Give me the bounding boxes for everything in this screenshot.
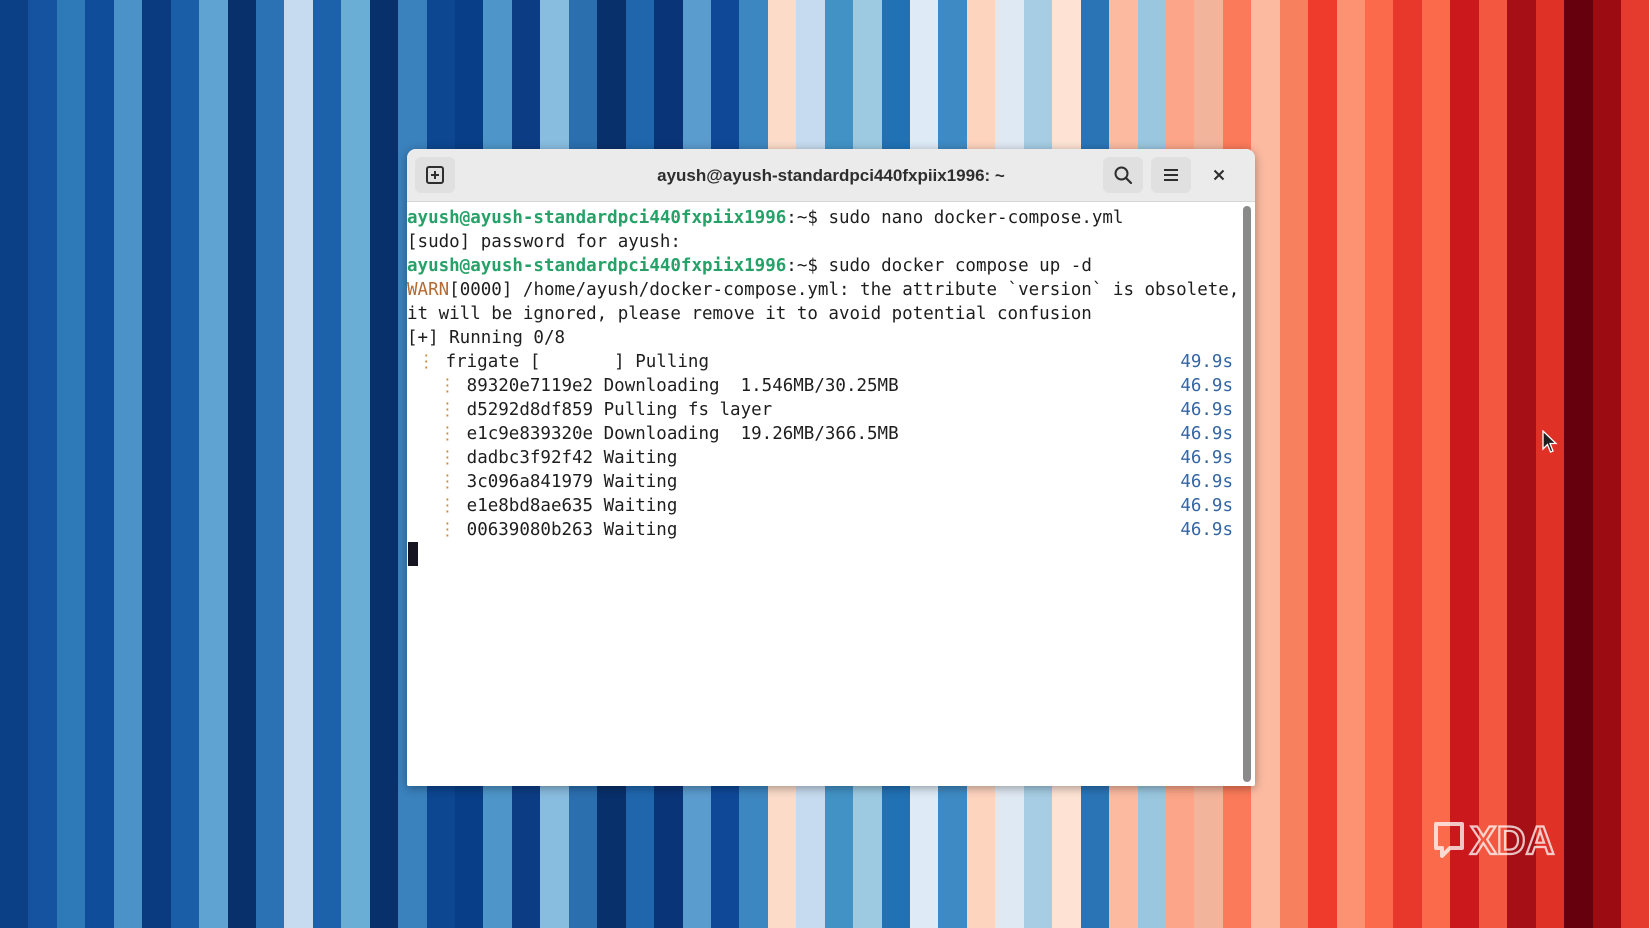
wallpaper-stripe (1336, 0, 1365, 928)
wallpaper-stripe (341, 0, 370, 928)
spinner-dots: ⋮ (407, 472, 467, 492)
wallpaper-stripe (0, 0, 29, 928)
terminal-line: WARN[0000] /home/ayush/docker-compose.ym… (407, 278, 1239, 302)
wallpaper-stripe (1421, 0, 1451, 928)
header-bar[interactable]: ayush@ayush-standardpci440fxpiix1996: ~ (407, 149, 1255, 202)
wallpaper-stripe (1564, 0, 1593, 928)
progress-text: frigate [ ] Pulling (445, 352, 709, 372)
hamburger-menu-icon (1164, 169, 1178, 181)
layer-line: ⋮ 3c096a841979 Waiting (407, 470, 678, 494)
elapsed-time: 46.9s (1180, 376, 1233, 396)
search-icon (1114, 166, 1133, 185)
terminal-line: [sudo] password for ayush: (407, 232, 681, 252)
spinner-dots: ⋮ (407, 424, 467, 444)
wallpaper-stripe (1592, 0, 1621, 928)
mouse-pointer-icon (1542, 430, 1558, 453)
terminal-window: ayush@ayush-standardpci440fxpiix1996: ~ … (407, 149, 1255, 786)
wallpaper-stripe (284, 0, 313, 928)
wallpaper-stripe (369, 0, 399, 928)
terminal-line: [+] Running 0/8 (407, 328, 566, 348)
wallpaper-stripe (85, 0, 114, 928)
close-icon (1213, 169, 1225, 181)
terminal-line: it will be ignored, please remove it to … (407, 304, 1092, 324)
layer-line: ⋮ e1c9e839320e Downloading 19.26MB/366.5… (407, 422, 899, 446)
watermark-text: XDA (1470, 819, 1554, 863)
layer-line: ⋮ dadbc3f92f42 Waiting (407, 446, 678, 470)
warn-label: WARN (407, 280, 450, 300)
elapsed-time: 46.9s (1180, 424, 1233, 444)
wallpaper-stripe (1308, 0, 1337, 928)
wallpaper-stripe (142, 0, 171, 928)
terminal-line: ayush@ayush-standardpci440fxpiix1996:~$ … (407, 254, 1092, 278)
wallpaper-stripe (1279, 0, 1309, 928)
new-tab-button[interactable] (415, 157, 455, 193)
wallpaper-stripe (56, 0, 86, 928)
wallpaper-stripe (113, 0, 143, 928)
spinner-dots: ⋮ (407, 496, 467, 516)
spinner-dots: ⋮ (407, 352, 446, 372)
terminal-output[interactable]: ayush@ayush-standardpci440fxpiix1996:~$ … (407, 202, 1245, 786)
elapsed-time: 46.9s (1180, 520, 1233, 540)
wallpaper-stripe (1365, 0, 1394, 928)
wallpaper-stripe (1620, 0, 1650, 928)
layer-text: e1e8bd8ae635 Waiting (466, 496, 678, 516)
menu-button[interactable] (1151, 157, 1191, 193)
wallpaper-stripe (1251, 0, 1280, 928)
elapsed-time: 46.9s (1180, 472, 1233, 492)
layer-line: ⋮ d5292d8df859 Pulling fs layer (407, 398, 773, 422)
spinner-dots: ⋮ (407, 400, 467, 420)
wallpaper-stripe (312, 0, 342, 928)
shell-prompt: ayush@ayush-standardpci440fxpiix1996 (407, 208, 787, 228)
layer-line: ⋮ 00639080b263 Waiting (407, 518, 678, 542)
scrollbar[interactable] (1243, 206, 1251, 782)
wallpaper-stripe (1478, 0, 1508, 928)
window-title: ayush@ayush-standardpci440fxpiix1996: ~ (657, 166, 1005, 185)
shell-prompt: ayush@ayush-standardpci440fxpiix1996 (407, 256, 787, 276)
wallpaper-stripe (227, 0, 256, 928)
xda-watermark-logo: XDA (1434, 818, 1556, 864)
wallpaper-stripe (170, 0, 200, 928)
close-button[interactable] (1203, 159, 1235, 191)
wallpaper-stripe (199, 0, 228, 928)
layer-line: ⋮ e1e8bd8ae635 Waiting (407, 494, 678, 518)
layer-text: 00639080b263 Waiting (466, 520, 678, 540)
wallpaper-stripe (1507, 0, 1536, 928)
layer-text: dadbc3f92f42 Waiting (466, 448, 678, 468)
prompt-separator: :~$ (786, 256, 829, 276)
wallpaper-stripe (1450, 0, 1479, 928)
wallpaper-stripe (1535, 0, 1565, 928)
layer-text: d5292d8df859 Pulling fs layer (466, 400, 773, 420)
elapsed-time: 46.9s (1180, 400, 1233, 420)
elapsed-time: 46.9s (1180, 448, 1233, 468)
prompt-separator: :~$ (786, 208, 829, 228)
command-text: sudo nano docker-compose.yml (828, 208, 1124, 228)
search-button[interactable] (1103, 157, 1143, 193)
text-cursor (408, 542, 418, 566)
progress-line: ⋮ frigate [ ] Pulling (407, 350, 709, 374)
layer-text: 89320e7119e2 Downloading 1.546MB/30.25MB (466, 376, 899, 396)
terminal-line: ayush@ayush-standardpci440fxpiix1996:~$ … (407, 206, 1123, 230)
layer-text: e1c9e839320e Downloading 19.26MB/366.5MB (466, 424, 899, 444)
spinner-dots: ⋮ (407, 448, 467, 468)
spinner-dots: ⋮ (407, 376, 467, 396)
wallpaper-stripe (28, 0, 57, 928)
layer-line: ⋮ 89320e7119e2 Downloading 1.546MB/30.25… (407, 374, 899, 398)
spinner-dots: ⋮ (407, 520, 467, 540)
wallpaper-stripe (255, 0, 285, 928)
new-tab-icon (426, 166, 444, 184)
wallpaper-stripe (1393, 0, 1422, 928)
warn-message: [0000] /home/ayush/docker-compose.yml: t… (449, 280, 1240, 300)
elapsed-time: 49.9s (1180, 352, 1233, 372)
command-text: sudo docker compose up -d (828, 256, 1092, 276)
elapsed-time: 46.9s (1180, 496, 1233, 516)
layer-text: 3c096a841979 Waiting (466, 472, 678, 492)
